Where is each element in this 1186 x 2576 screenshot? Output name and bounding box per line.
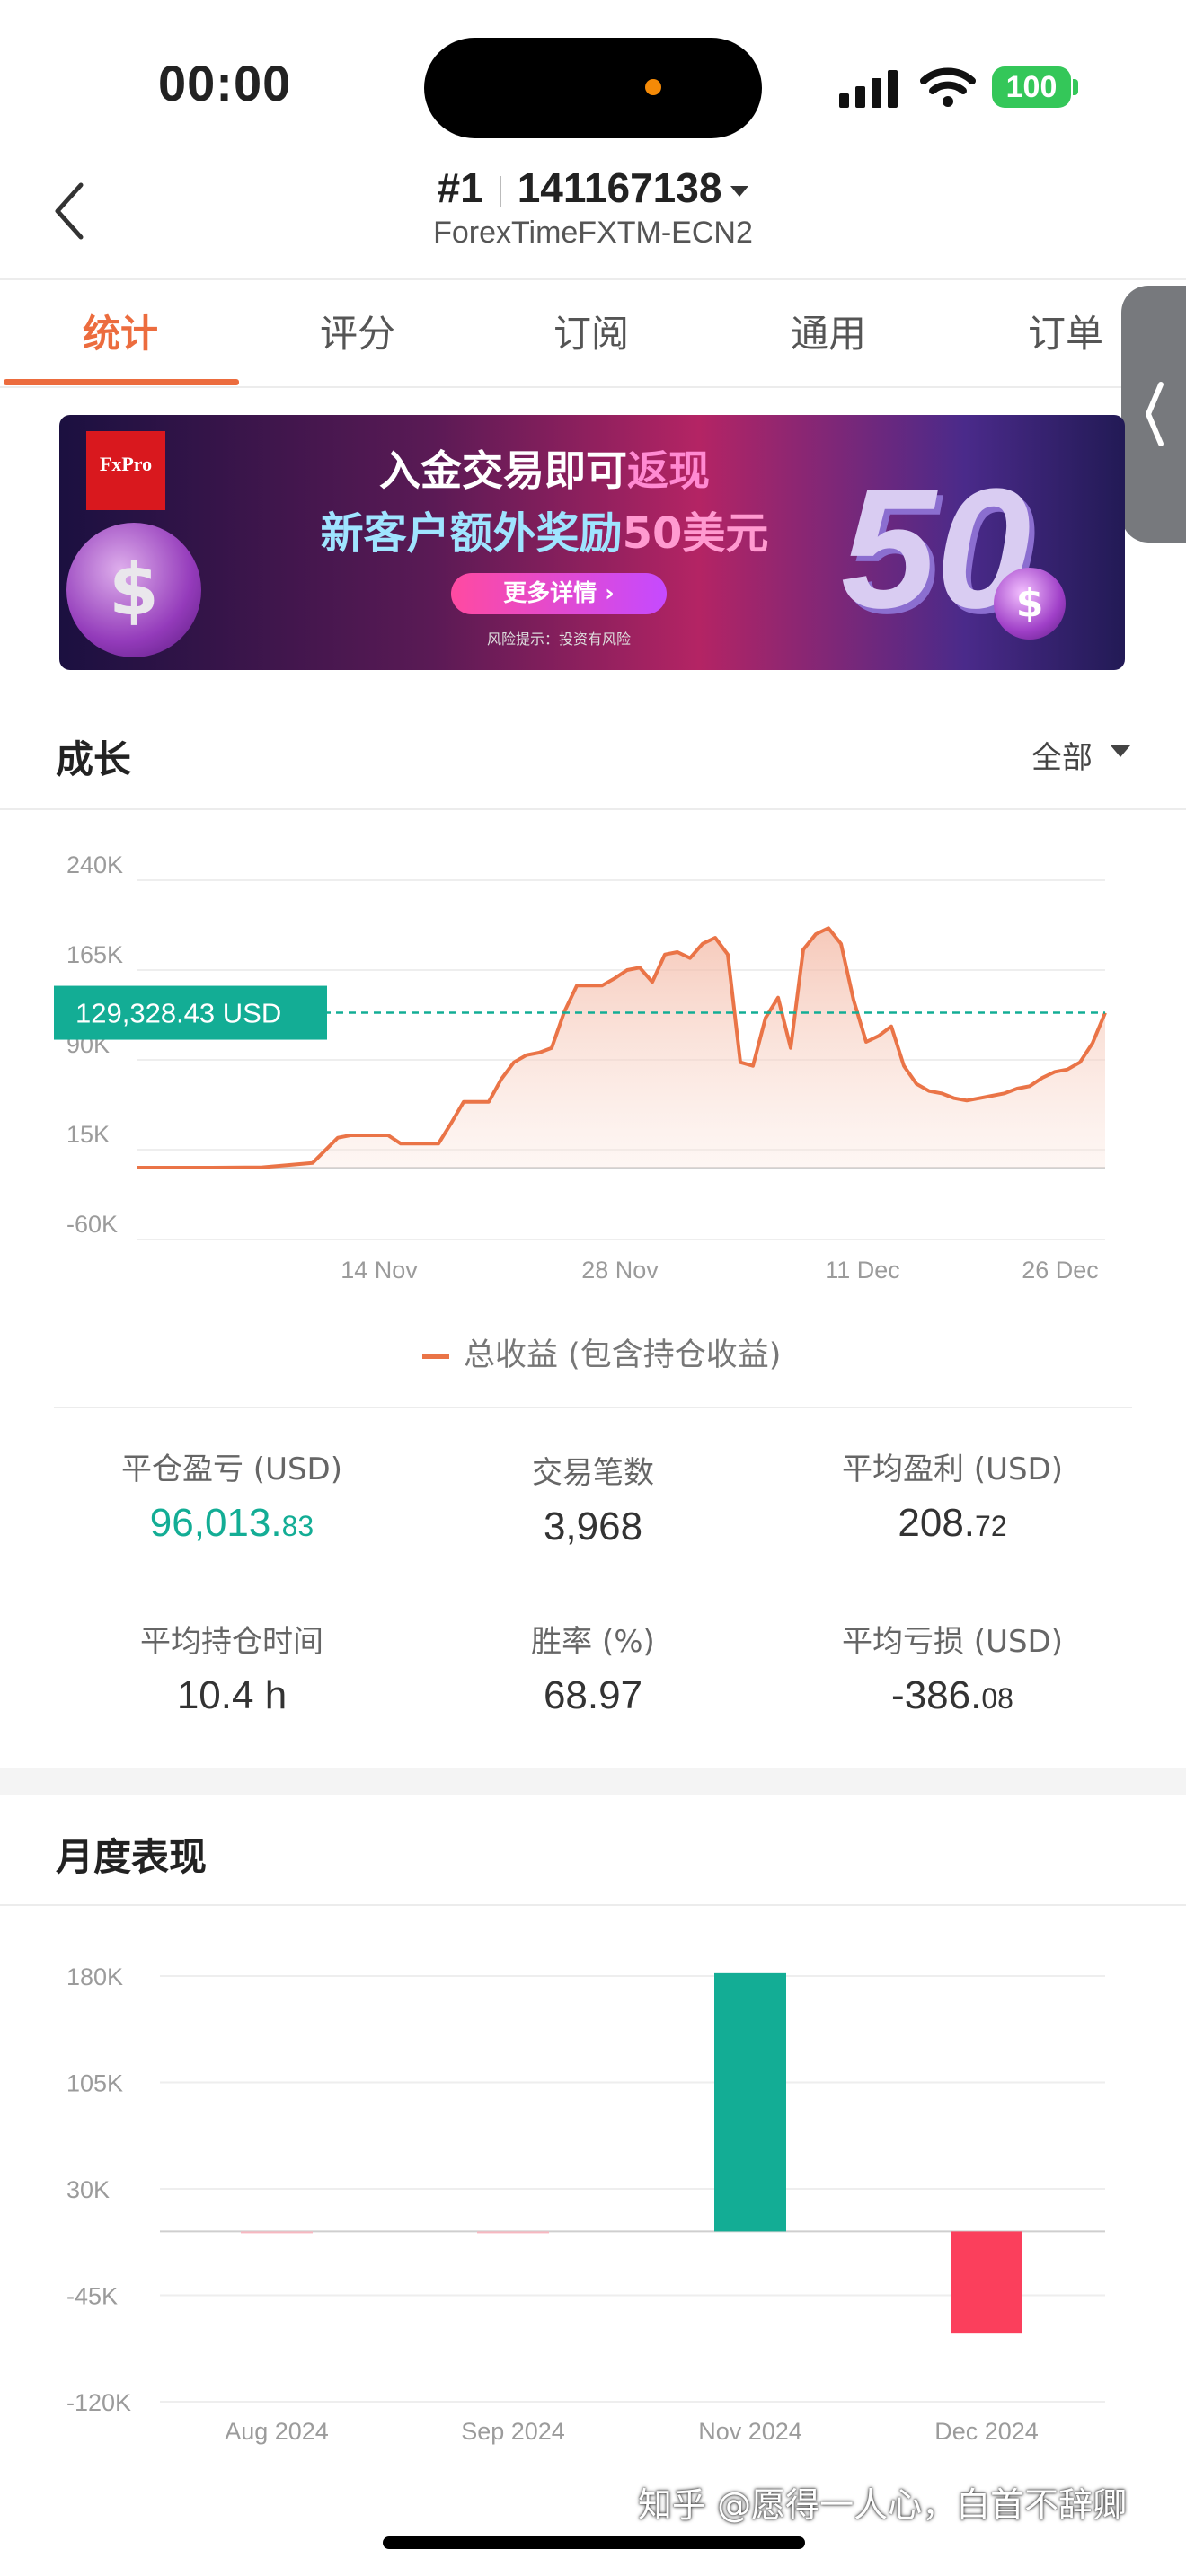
tab-stats[interactable]: 统计	[31, 304, 210, 358]
dollar-coin-icon: $	[66, 523, 201, 657]
account-selector[interactable]: #1 141167138	[0, 163, 1186, 212]
status-bar: 00:00 100	[0, 0, 1186, 162]
broker-server: ForexTimeFXTM-ECN2	[433, 216, 753, 250]
x-tick-label: 11 Dec	[825, 1257, 900, 1284]
x-tick-label: 26 Dec	[1022, 1257, 1099, 1284]
watermark: 知乎 @愿得一人心，白首不辞卿	[638, 2485, 1128, 2525]
chart-legend: 总收益 (包含持仓收益)	[422, 1329, 781, 1375]
stat-avg-loss: 平均亏损 (USD) -386.08	[755, 1617, 1150, 1718]
home-indicator[interactable]	[383, 2536, 805, 2549]
x-tick-label: Sep 2024	[461, 2418, 565, 2445]
growth-title: 成长	[56, 737, 132, 781]
stat-label: 平均持仓时间	[140, 1624, 323, 1660]
stat-avg-profit: 平均盈利 (USD) 208.72	[755, 1444, 1150, 1546]
stat-value: 3,968	[543, 1504, 643, 1548]
battery-indicator: 100	[992, 66, 1071, 108]
monthly-chart: 180K 105K 30K -45K -120K Aug 2024 Sep 2024 Nov…	[66, 1963, 1105, 2445]
wifi-icon	[920, 67, 976, 107]
x-tick-label: Nov 2024	[698, 2418, 802, 2445]
stat-value: 68.97	[543, 1673, 643, 1717]
banner-subheadline: 新客户额外奖励50美元	[320, 508, 769, 559]
caret-down-icon[interactable]	[1111, 745, 1130, 757]
current-value-label: 129,328.43 USD	[75, 998, 281, 1029]
stat-label: 平均亏损 (USD)	[842, 1624, 1063, 1660]
x-tick-label: Dec 2024	[934, 2418, 1039, 2445]
chevron-left-icon	[1146, 382, 1164, 446]
section-separator	[0, 1768, 1186, 1795]
growth-chart: 240K165K90K15K-60K 129,328.43 USD 14 Nov…	[54, 851, 1107, 1284]
range-filter[interactable]: 全部	[1031, 733, 1093, 777]
account-rank: #1	[437, 164, 483, 211]
tab-rating[interactable]: 评分	[268, 304, 447, 358]
bar-sep-2024[interactable]	[477, 2231, 549, 2234]
banner-headline: 入金交易即可返现	[379, 446, 710, 495]
y-tick-label: 180K	[66, 1963, 123, 1990]
caret-down-icon	[730, 185, 749, 197]
divider	[54, 1407, 1132, 1408]
banner-details-button[interactable]: 更多详情 ›	[451, 573, 667, 614]
tab-subscribe[interactable]: 订阅	[501, 304, 681, 358]
x-tick-label: 28 Nov	[581, 1257, 659, 1284]
y-tick-label: 105K	[66, 2070, 123, 2097]
divider	[0, 386, 1186, 388]
tab-general[interactable]: 通用	[739, 304, 918, 358]
growth-area	[137, 928, 1105, 1168]
x-tick-label: Aug 2024	[225, 2418, 329, 2445]
recording-indicator-icon	[645, 79, 661, 95]
tab-active-indicator	[4, 379, 239, 385]
y-tick-label: 15K	[66, 1121, 110, 1148]
x-tick-label: 14 Nov	[341, 1257, 418, 1284]
y-tick-label: -60K	[66, 1211, 118, 1238]
status-time: 00:00	[158, 55, 292, 111]
stat-trade-count: 交易笔数 3,968	[395, 1448, 791, 1549]
banner-risk-note: 风险提示：投资有风险	[486, 631, 631, 648]
dollar-coin-icon: $	[994, 568, 1066, 640]
stat-label: 平仓盈亏 (USD)	[121, 1451, 342, 1487]
monthly-title: 月度表现	[56, 1835, 208, 1879]
divider	[0, 808, 1186, 810]
stat-value: 10.4 h	[176, 1673, 288, 1717]
stat-closed-pl: 平仓盈亏 (USD) 96,013.83	[34, 1444, 429, 1546]
stat-value: 208.72	[898, 1501, 1007, 1545]
legend-label: 总收益 (包含持仓收益)	[464, 1337, 782, 1373]
y-tick-label: 165K	[66, 941, 123, 968]
dynamic-island	[424, 38, 762, 138]
bar-nov-2024[interactable]	[714, 1972, 786, 2232]
account-number: 141167138	[517, 164, 722, 211]
broker-logo: FxPro	[86, 431, 165, 510]
bar-dec-2024[interactable]	[951, 2231, 1022, 2334]
divider	[0, 278, 1186, 280]
stat-win-rate: 胜率 (%) 68.97	[395, 1617, 791, 1718]
account-divider	[499, 175, 501, 207]
stat-label: 胜率 (%)	[531, 1624, 655, 1660]
divider	[0, 1904, 1186, 1906]
y-tick-label: 240K	[66, 851, 123, 878]
y-tick-label: -120K	[66, 2389, 131, 2416]
stat-avg-hold-time: 平均持仓时间 10.4 h	[34, 1617, 429, 1718]
battery-tip	[1073, 79, 1078, 95]
cellular-signal-icon	[839, 70, 898, 108]
legend-swatch	[422, 1354, 449, 1359]
side-drawer-handle[interactable]	[1121, 286, 1186, 543]
stat-value: -386.08	[891, 1673, 1013, 1717]
bar-aug-2024[interactable]	[241, 2231, 313, 2234]
stat-label: 平均盈利 (USD)	[842, 1451, 1063, 1487]
stat-label: 交易笔数	[532, 1455, 654, 1491]
y-tick-label: 30K	[66, 2176, 110, 2203]
promo-banner[interactable]: $ FxPro 入金交易即可返现 新客户额外奖励50美元 更多详情 › 风险提示…	[59, 415, 1125, 670]
stat-value: 96,013.83	[149, 1501, 314, 1545]
y-tick-label: -45K	[66, 2283, 118, 2310]
